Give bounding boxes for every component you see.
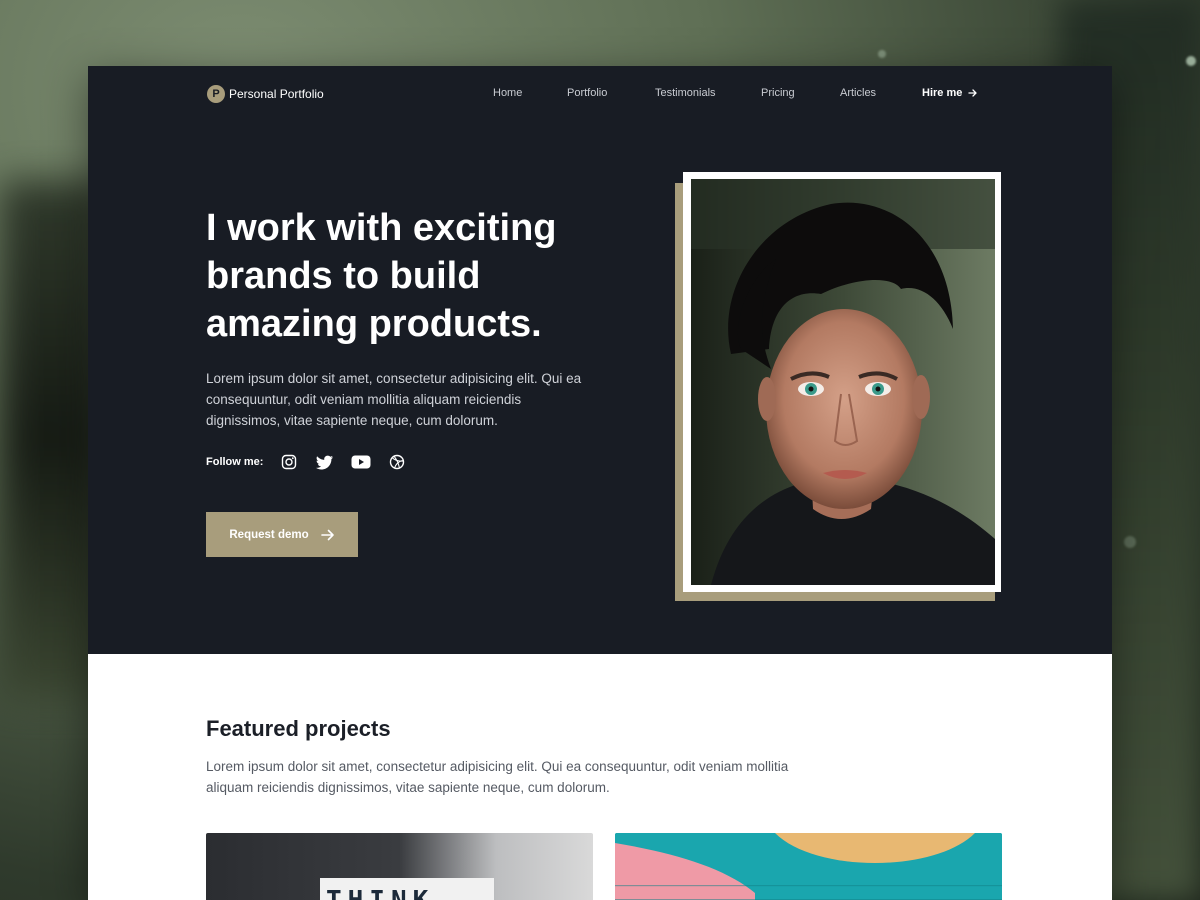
twitter-icon[interactable] <box>315 452 335 472</box>
nav-item-articles[interactable]: Articles <box>840 87 876 99</box>
background-bokeh <box>1186 56 1196 66</box>
follow-label: Follow me: <box>206 456 264 468</box>
hero-title: I work with exciting brands to build ama… <box>206 207 557 345</box>
youtube-icon[interactable] <box>351 452 371 472</box>
nav-item-home[interactable]: Home <box>493 87 522 99</box>
background-bokeh <box>1124 536 1136 548</box>
project-card-1[interactable]: THINK <box>206 833 593 900</box>
hero-section: P Personal Portfolio Home Portfolio Test… <box>88 66 1112 654</box>
brand-name: Personal Portfolio <box>229 87 324 101</box>
project-sign-text: THINK <box>326 886 434 900</box>
request-demo-label: Request demo <box>229 528 309 541</box>
projects-description: Lorem ipsum dolor sit amet, consectetur … <box>206 759 789 795</box>
dribbble-icon[interactable] <box>387 452 407 472</box>
page-frame: P Personal Portfolio Home Portfolio Test… <box>88 66 1112 900</box>
request-demo-button[interactable]: Request demo <box>206 512 358 557</box>
instagram-icon[interactable] <box>279 452 299 472</box>
project-sign: THINK <box>320 878 494 900</box>
follow-row: Follow me: <box>206 452 423 472</box>
portrait-card <box>683 172 1001 592</box>
arrow-right-icon <box>320 529 334 540</box>
project-card-2[interactable] <box>615 833 1002 900</box>
nav-item-testimonials[interactable]: Testimonials <box>655 87 716 99</box>
arrow-right-icon <box>968 89 978 97</box>
hero-description: Lorem ipsum dolor sit amet, consectetur … <box>206 371 582 428</box>
hire-me-link[interactable]: Hire me <box>922 87 978 99</box>
brand-logo[interactable]: P Personal Portfolio <box>207 85 324 103</box>
nav-item-portfolio[interactable]: Portfolio <box>567 87 607 99</box>
nav-item-pricing[interactable]: Pricing <box>761 87 795 99</box>
background-bokeh <box>878 50 886 58</box>
project-2-artwork <box>615 833 1002 900</box>
brand-mark: P <box>207 85 225 103</box>
projects-title: Featured projects <box>206 716 391 741</box>
portrait-photo <box>691 179 995 585</box>
hire-me-label: Hire me <box>922 87 963 99</box>
